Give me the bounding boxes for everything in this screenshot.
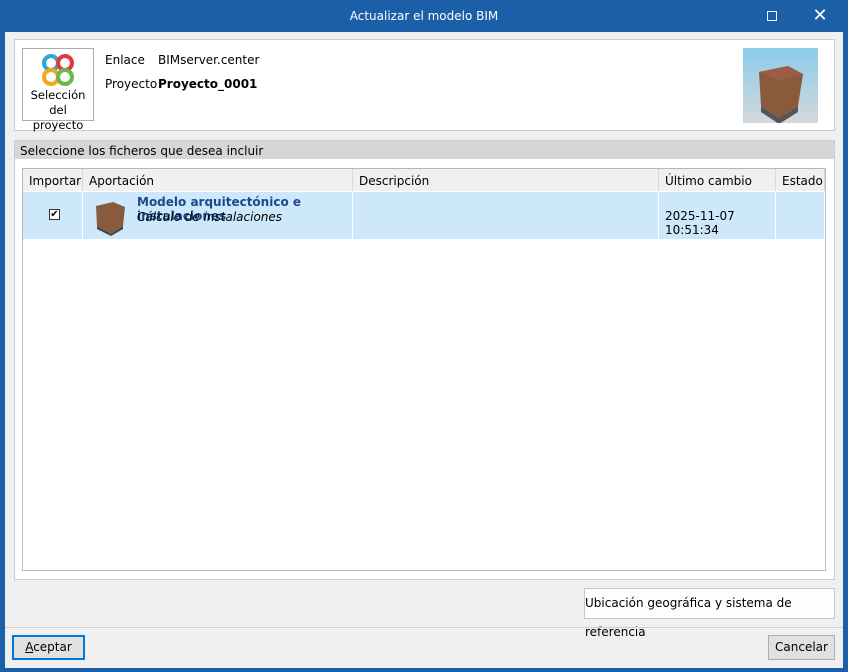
building-image (759, 66, 803, 124)
project-thumbnail (743, 48, 818, 124)
cancel-button[interactable]: Cancelar (768, 635, 835, 660)
column-header-aportacion[interactable]: Aportación (83, 169, 353, 191)
title-bar: Actualizar el modelo BIM ✕ (0, 0, 848, 32)
description-cell (353, 192, 659, 239)
geo-reference-button[interactable]: Ubicación geográfica y sistema de refere… (584, 588, 835, 639)
model-subtitle: Cálculo de instalaciones (137, 210, 283, 224)
column-header-descripcion[interactable]: Descripción (353, 169, 659, 191)
project-value: Proyecto_0001 (158, 77, 258, 91)
project-label: Proyecto (105, 77, 158, 91)
maximize-icon (767, 11, 777, 21)
column-header-estado[interactable]: Estado (776, 169, 825, 191)
model-icon (96, 202, 125, 236)
import-checkbox[interactable]: ✔ (49, 209, 60, 220)
accept-button[interactable]: Aceptar (12, 635, 85, 660)
project-selection-button[interactable]: Selección del proyecto (22, 48, 94, 132)
divider (5, 627, 843, 628)
column-header-importar[interactable]: Importar (23, 169, 83, 191)
bimserver-logo-icon (42, 54, 74, 86)
link-value: BIMserver.center (158, 53, 260, 67)
status-cell (776, 192, 825, 239)
window-title: Actualizar el modelo BIM (349, 9, 499, 23)
maximize-button[interactable] (752, 0, 792, 32)
files-table: Importar Aportación Descripción Último c… (22, 168, 826, 571)
column-header-ultimo-cambio[interactable]: Último cambio (659, 169, 776, 191)
files-section-header: Seleccione los ficheros que desea inclui… (14, 140, 835, 160)
link-label: Enlace (105, 53, 145, 67)
last-change-cell: 2025-11-07 10:51:34 (659, 192, 776, 239)
close-button[interactable]: ✕ (800, 0, 840, 32)
